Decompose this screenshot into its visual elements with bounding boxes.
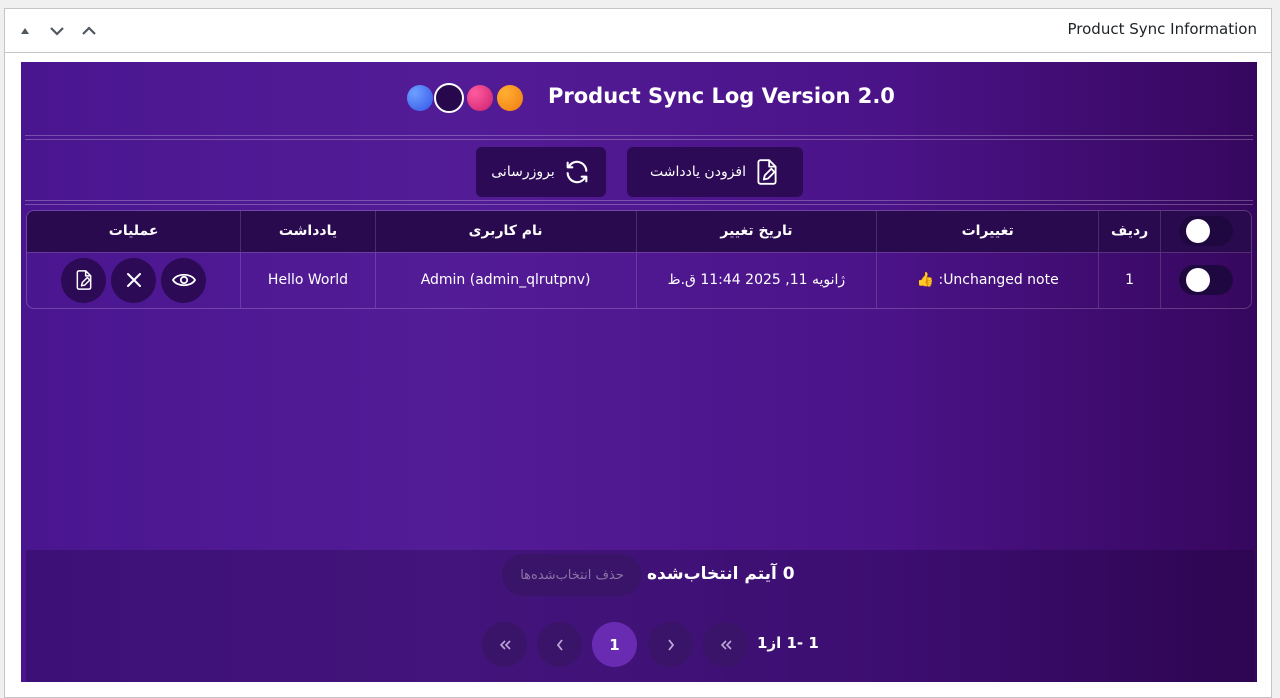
table-footer: حذف انتخاب‌شده‌ها 0 آیتم انتخاب‌شده 1 1 … xyxy=(26,550,1254,682)
column-header: یادداشت xyxy=(240,211,376,252)
row-index: 1 xyxy=(1098,251,1161,308)
column-header: تغییرات xyxy=(876,211,1099,252)
logo-dots xyxy=(407,83,525,113)
chevron-up-icon xyxy=(82,26,96,35)
view-button[interactable] xyxy=(161,257,207,303)
row-date: ژانویه 11, 2025 11:44 ق.ظ xyxy=(635,251,877,308)
column-header: ردیف xyxy=(1098,211,1161,252)
close-icon xyxy=(126,273,141,288)
last-page-button[interactable] xyxy=(482,622,527,667)
double-chevron-left-icon xyxy=(499,639,511,650)
row-select-cell xyxy=(1160,251,1251,308)
postbox-header: Product Sync Information xyxy=(5,9,1271,53)
table-row: 1 Unchanged note: 👍 ژانویه 11, 2025 11:4… xyxy=(27,251,1251,308)
outlined-dot xyxy=(434,83,464,113)
toolbar: بروزرسانی افزودن یادداشت xyxy=(21,140,1257,200)
row-username: Admin (admin_qlrutpnv) xyxy=(374,251,637,308)
sync-log-panel: Product Sync Log Version 2.0 بروزرسانی ا… xyxy=(21,62,1257,682)
row-changes: Unchanged note: 👍 xyxy=(876,251,1099,308)
postbox-title: Product Sync Information xyxy=(1067,20,1257,38)
table-header-row: ردیف تغییرات تاریخ تغییر نام کاربری یادد… xyxy=(27,211,1251,252)
edit-note-button[interactable] xyxy=(61,257,107,303)
prev-page-button[interactable] xyxy=(537,622,582,667)
chevron-left-icon xyxy=(556,638,563,651)
double-chevron-left-icon xyxy=(720,639,732,650)
next-page-button[interactable] xyxy=(648,622,693,667)
blue-dot xyxy=(407,85,433,111)
move-down-button[interactable] xyxy=(43,19,71,43)
select-all-cell xyxy=(1160,211,1251,252)
sync-log-table: ردیف تغییرات تاریخ تغییر نام کاربری یادد… xyxy=(26,210,1252,309)
postbox: Product Sync Information Product Sync Lo… xyxy=(4,8,1272,698)
row-operations xyxy=(27,251,241,308)
chevron-right-icon xyxy=(667,638,674,651)
select-all-toggle[interactable] xyxy=(1179,216,1234,247)
refresh-button[interactable]: بروزرسانی xyxy=(476,147,606,197)
column-header: تاریخ تغییر xyxy=(635,211,877,252)
panel-header: Product Sync Log Version 2.0 xyxy=(21,62,1257,135)
delete-selected-button[interactable]: حذف انتخاب‌شده‌ها xyxy=(502,554,642,596)
row-note: Hello World xyxy=(240,251,376,308)
pink-dot xyxy=(467,85,493,111)
toggle-panel-button[interactable] xyxy=(11,19,39,43)
edit-document-icon xyxy=(76,270,92,291)
divider xyxy=(25,200,1253,205)
current-page-button[interactable]: 1 xyxy=(592,622,637,667)
operations-group xyxy=(27,257,240,303)
row-select-toggle[interactable] xyxy=(1179,265,1234,296)
chevron-down-icon xyxy=(50,27,64,36)
first-page-button[interactable] xyxy=(703,622,748,667)
move-up-button[interactable] xyxy=(75,19,103,43)
orange-dot xyxy=(497,85,523,111)
add-note-label: افزودن یادداشت xyxy=(649,164,747,180)
refresh-label: بروزرسانی xyxy=(491,164,555,180)
column-header: نام کاربری xyxy=(374,211,637,252)
delete-button[interactable] xyxy=(111,257,157,303)
triangle-up-icon xyxy=(21,28,29,34)
column-header: عملیات xyxy=(27,211,241,252)
selected-count: 0 آیتم انتخاب‌شده xyxy=(647,564,795,584)
page-range: 1 -1 از1 xyxy=(757,634,819,652)
edit-document-icon xyxy=(757,159,777,185)
add-note-button[interactable]: افزودن یادداشت xyxy=(627,147,803,197)
page-title: Product Sync Log Version 2.0 xyxy=(548,84,895,108)
handle-actions xyxy=(11,19,103,43)
eye-icon xyxy=(171,274,196,287)
refresh-icon xyxy=(566,160,588,184)
